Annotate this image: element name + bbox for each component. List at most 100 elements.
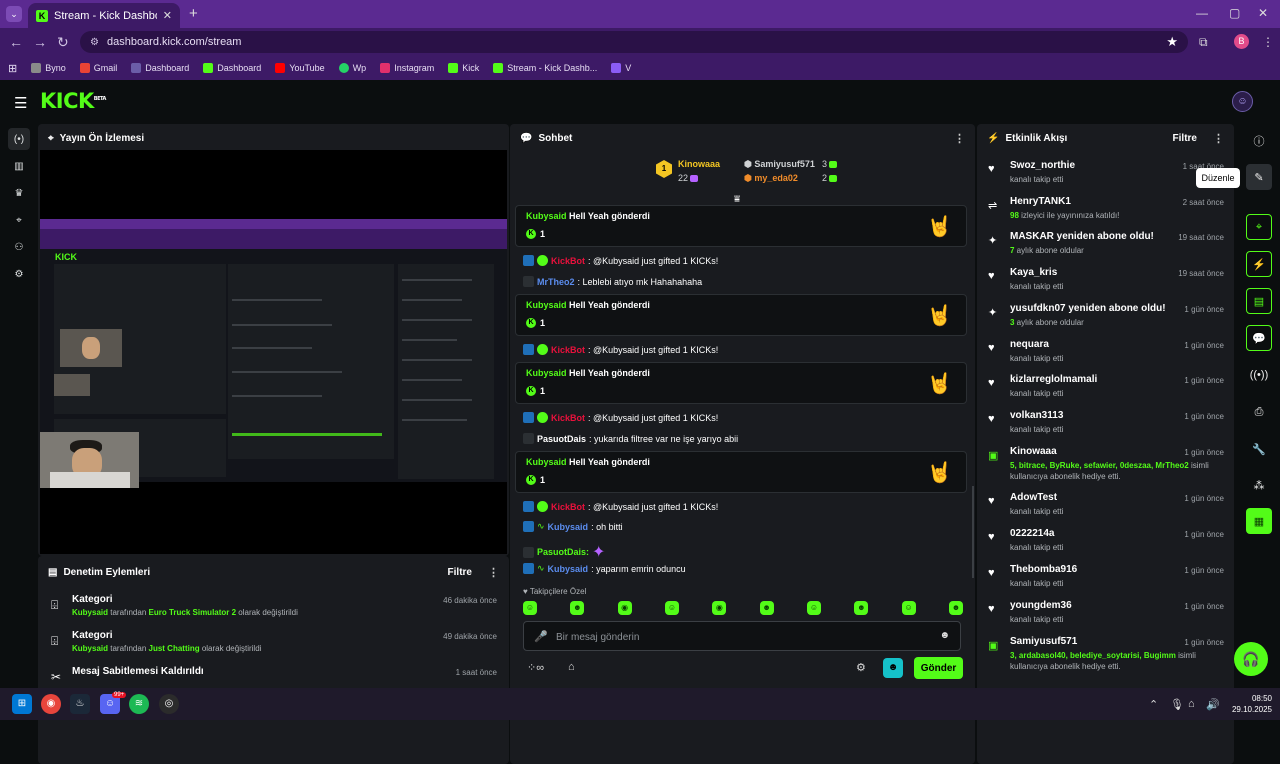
bookmark-item[interactable]: V [611,63,631,73]
store-icon[interactable]: ⌂ [568,661,575,673]
more-options-icon[interactable]: ⋮ [954,132,965,145]
chat-message-input[interactable] [556,628,936,646]
filter-button[interactable]: Filtre [448,567,472,578]
obs-icon[interactable]: ◎ [159,694,179,714]
chat-scrollbar[interactable] [972,486,974,578]
windows-start-icon[interactable]: ⊞ [12,694,32,714]
steam-icon[interactable]: ♨ [70,694,90,714]
filter-button[interactable]: Filtre [1173,133,1197,144]
kick-logo[interactable]: KICKBETA [40,89,106,113]
activity-item[interactable]: ✦ MASKAR yeniden abone oldu! 7 aylık abone… [977,231,1234,256]
stream-video[interactable]: KICK [40,150,507,554]
close-window-icon[interactable]: ✕ [1258,6,1268,20]
bookmark-item[interactable]: Stream - Kick Dashb... [493,63,597,73]
preview-toggle-icon[interactable]: ⌖ [1246,214,1272,240]
profile-avatar[interactable]: B [1234,34,1249,49]
system-clock[interactable]: 08:50 29.10.2025 [1226,693,1272,715]
activity-item[interactable]: ♥ nequara kanalı takip etti 1 gün önce [977,339,1234,364]
gift-user[interactable]: Kubysaid [526,368,567,378]
analytics-nav-icon[interactable]: ▥ [8,155,30,177]
chat-username[interactable]: MrTheo2 [537,277,575,287]
gift-user[interactable]: Kubysaid [526,211,567,221]
activity-item[interactable]: ♥ Kaya_kris kanalı takip etti 19 saat önce [977,267,1234,292]
activity-item[interactable]: ⇌ HenryTANK1 98 izleyici ile yayınınıza ka… [977,196,1234,221]
back-icon[interactable]: ← [9,34,23,50]
emote-icon[interactable]: ☺ [523,601,537,615]
moderation-toggle-icon[interactable]: ▤ [1246,288,1272,314]
browser-menu-icon[interactable]: ⋮ [1262,35,1274,49]
emote-icon[interactable]: ◉ [712,601,727,615]
stream-nav-icon[interactable]: (•) [8,128,30,150]
user-avatar[interactable]: ☺ [1232,91,1253,112]
site-info-icon[interactable]: ⚙ [90,37,99,48]
community-icon[interactable]: ⁂ [1246,472,1272,498]
tray-overflow-icon[interactable]: ⌃ [1149,698,1158,711]
reload-icon[interactable]: ↻ [57,34,69,51]
gift-user[interactable]: Kubysaid [526,300,567,310]
new-tab-icon[interactable]: + [189,5,198,22]
chrome-icon[interactable]: ◉ [41,694,61,714]
activity-item[interactable]: ♥ 0222214a kanalı takip etti 1 gün önce [977,528,1234,553]
action-user[interactable]: Kubysaid [72,644,108,653]
widgets-nav-icon[interactable]: ⌖ [8,209,30,231]
volume-icon[interactable]: 🔊 [1206,698,1220,711]
spotify-icon[interactable]: ≋ [129,694,149,714]
printer-icon[interactable]: ⎙ [1246,399,1272,425]
emote-icon[interactable]: ☻ [854,601,869,615]
chat-username[interactable]: Kubysaid [548,564,589,574]
kick-app-icon[interactable]: ▦ [1246,508,1272,534]
leader-name[interactable]: ⬢ my_eda02 [744,173,798,184]
leader-name[interactable]: Kinowaaa [678,159,720,169]
gift-user[interactable]: Kubysaid [526,457,567,467]
address-bar[interactable]: ⚙ dashboard.kick.com/stream ★ [80,31,1188,53]
bookmark-item[interactable]: YouTube [275,63,325,73]
browser-tab[interactable]: K Stream - Kick Dashboard ✕ [28,3,180,28]
activity-item[interactable]: ♥ Thebomba916 kanalı takip etti 1 gün önce [977,564,1234,589]
leader-name[interactable]: ⬢ Samiyusuf571 [744,159,815,170]
edit-icon[interactable]: ✎ [1246,164,1272,190]
network-icon[interactable]: ⌂ [1188,698,1195,710]
send-button[interactable]: Gönder [914,657,963,679]
support-headset-icon[interactable]: 🎧 [1234,642,1268,676]
maximize-icon[interactable]: ▢ [1229,6,1240,20]
chat-username[interactable]: KickBot [551,345,585,355]
activity-item[interactable]: ♥ AdowTest kanalı takip etti 1 gün önce [977,492,1234,517]
activity-item[interactable]: ▣ Samiyusuf571 3, ardabasol40, belediye_so… [977,636,1234,672]
bookmark-item[interactable]: Instagram [380,63,434,73]
wrench-icon[interactable]: 🔧 [1246,436,1272,462]
chat-username[interactable]: PasuotDais: [537,547,589,557]
tab-close-icon[interactable]: ✕ [163,9,172,22]
chat-settings-icon[interactable]: ⚙ [856,661,866,674]
emote-icon[interactable]: ☺ [901,601,916,615]
activity-item[interactable]: ♥ youngdem36 kanalı takip etti 1 gün önce [977,600,1234,625]
trophy-nav-icon[interactable]: ♛ [8,182,30,204]
emote-icon[interactable]: ☻ [570,601,585,615]
bookmark-item[interactable]: Dashboard [131,63,189,73]
chat-toggle-icon[interactable]: 💬 [1246,325,1272,351]
bookmark-item[interactable]: Wp [338,63,366,73]
microphone-icon[interactable]: 🎤 [534,630,548,643]
chat-username[interactable]: KickBot [551,502,585,512]
forward-icon[interactable]: → [33,34,47,50]
community-nav-icon[interactable]: ⚇ [8,236,30,258]
quick-emote-icon[interactable]: ☻ [883,658,903,678]
emote-icon[interactable]: ☻ [759,601,774,615]
emote-icon[interactable]: ◉ [617,601,632,615]
action-user[interactable]: Kubysaid [72,608,108,617]
emote-icon[interactable]: ☺ [664,601,679,615]
chat-username[interactable]: KickBot [551,256,585,266]
broadcast-icon[interactable]: ((•)) [1246,362,1272,388]
infinity-icon[interactable]: ⁘∞ [527,661,544,674]
info-icon[interactable]: ⓘ [1246,128,1272,154]
tab-search-icon[interactable]: ⌄ [6,6,22,22]
chat-username[interactable]: Kubysaid [548,522,589,532]
bookmark-item[interactable]: Byno [31,63,66,73]
activity-item[interactable]: ♥ kizlarreglolmamali kanalı takip etti 1 gü… [977,374,1234,399]
hamburger-menu-icon[interactable]: ☰ [14,94,27,112]
bookmark-item[interactable]: Dashboard [203,63,261,73]
collapse-icon[interactable]: ⩸ [734,194,740,205]
apps-grid-icon[interactable]: ⊞ [8,62,17,75]
emoji-picker-icon[interactable]: ☻ [939,630,950,641]
more-options-icon[interactable]: ⋮ [1213,132,1224,145]
activity-item[interactable]: ▣ Kinowaaa 5, bitrace, ByRuke, sefawier, 0… [977,446,1234,482]
